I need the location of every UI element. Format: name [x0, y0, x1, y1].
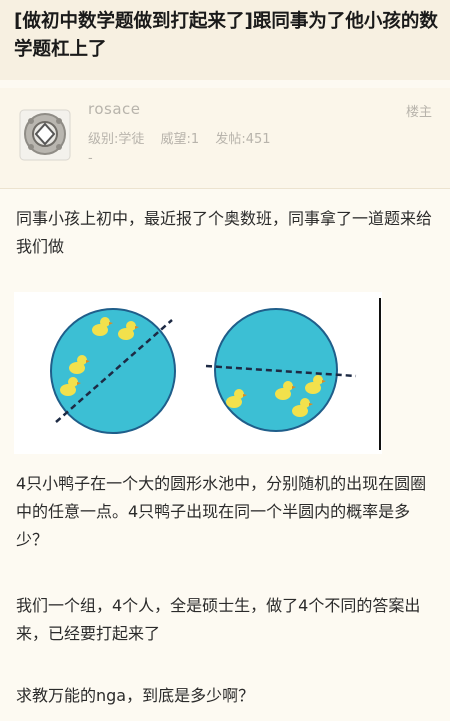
- pool-left: [50, 308, 176, 434]
- user-post-count: 发帖:451: [215, 132, 271, 147]
- post-paragraph-4: 求教万能的nga，到底是多少啊？: [16, 686, 255, 705]
- post-title: [做初中数学题做到打起来了]跟同事为了他小孩的数学题杠上了: [14, 11, 438, 60]
- user-level: 级别:学徒: [88, 132, 145, 147]
- username[interactable]: rosace: [88, 100, 141, 118]
- floor-tag: 楼主: [405, 105, 432, 120]
- post-paragraph-2: 4只小鸭子在一个大的圆形水池中，分别随机的出现在圆圈中的任意一点。4只鸭子出现在…: [16, 474, 427, 549]
- post-paragraph-1: 同事小孩上初中，最近报了个奥数班，同事拿了一道题来给我们做: [16, 209, 433, 256]
- user-meta: 级别:学徒 威望:1 发帖:451: [88, 128, 283, 147]
- duck-pond-figure: [14, 292, 382, 454]
- avatar[interactable]: [17, 106, 73, 164]
- user-signature: -: [88, 151, 93, 166]
- post-paragraph-3: 我们一个组，4个人，全是硕士生，做了4个不同的答案出来，已经要打起来了: [16, 596, 421, 643]
- user-prestige: 威望:1: [160, 132, 200, 147]
- diving-helmet-icon: [19, 109, 71, 161]
